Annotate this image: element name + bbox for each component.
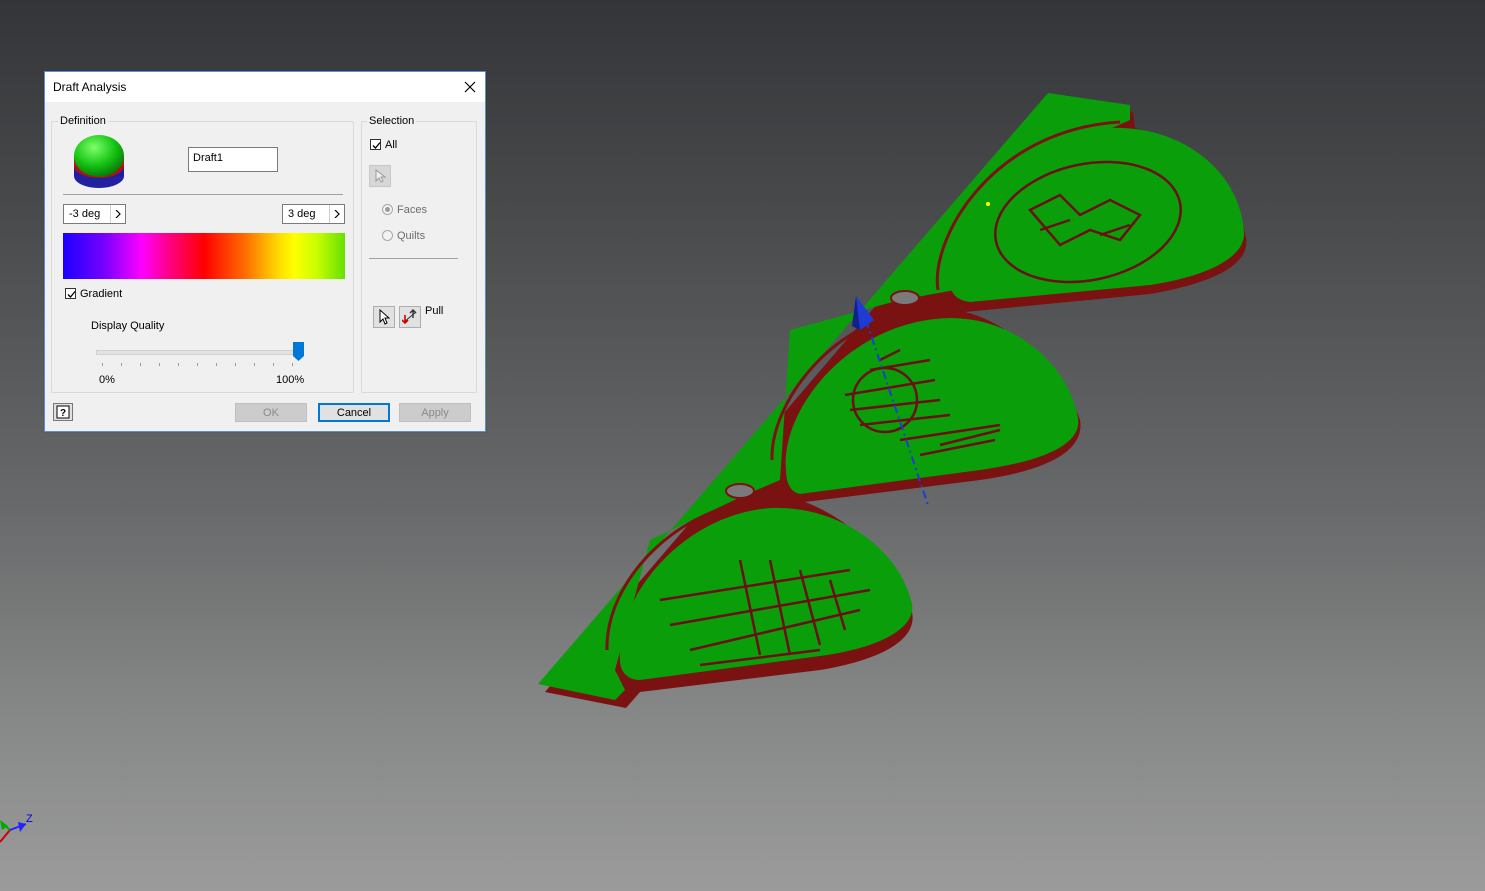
selection-group: Selection xyxy=(361,115,477,393)
max-angle-field[interactable]: 3 deg xyxy=(282,204,345,224)
draft-color-scale[interactable] xyxy=(63,233,345,279)
selection-separator xyxy=(369,258,458,259)
chevron-right-icon xyxy=(334,210,340,218)
close-icon xyxy=(464,81,476,93)
slider-tick xyxy=(121,363,122,366)
flip-pull-direction-button[interactable] xyxy=(399,306,421,328)
slider-tick xyxy=(197,363,198,366)
checkmark-icon xyxy=(372,142,381,149)
view-triad: Z xyxy=(0,813,33,843)
slider-tick xyxy=(216,363,217,366)
ok-button[interactable]: OK xyxy=(235,403,307,422)
select-all-label: All xyxy=(385,139,398,151)
max-angle-value: 3 deg xyxy=(288,208,316,220)
checkmark-icon xyxy=(67,291,76,298)
chevron-right-icon xyxy=(115,210,121,218)
slider-tick xyxy=(235,363,236,366)
max-angle-arrow-button[interactable] xyxy=(329,205,344,223)
slider-tick xyxy=(140,363,141,366)
min-angle-arrow-button[interactable] xyxy=(110,205,125,223)
display-quality-label: Display Quality xyxy=(91,320,165,332)
display-quality-slider-thumb[interactable] xyxy=(293,342,304,361)
faces-label: Faces xyxy=(397,204,427,216)
quilts-radio[interactable] xyxy=(382,230,393,241)
dialog-titlebar[interactable]: Draft Analysis xyxy=(45,72,485,102)
quality-max-label: 100% xyxy=(276,374,305,386)
cursor-arrow-icon xyxy=(375,169,386,183)
select-all-checkbox[interactable] xyxy=(370,139,381,150)
quality-min-label: 0% xyxy=(99,374,115,386)
svg-text:?: ? xyxy=(60,408,66,419)
min-angle-value: -3 deg xyxy=(69,208,101,220)
min-angle-field[interactable]: -3 deg xyxy=(63,204,126,224)
pull-label: Pull xyxy=(425,305,444,317)
help-button[interactable]: ? xyxy=(53,403,73,421)
svg-text:Z: Z xyxy=(26,813,33,825)
color-swatch-icon xyxy=(74,135,124,188)
selection-group-label: Selection xyxy=(367,115,417,127)
quilts-label: Quilts xyxy=(397,230,426,242)
pull-direction-select-button[interactable] xyxy=(373,306,395,328)
slider-tick xyxy=(273,363,274,366)
analysis-name-input[interactable]: Draft1 xyxy=(188,147,278,172)
slider-tick xyxy=(159,363,160,366)
gradient-checkbox[interactable] xyxy=(65,288,76,299)
help-icon: ? xyxy=(56,405,70,419)
definition-separator xyxy=(63,194,343,195)
select-geometry-button[interactable] xyxy=(369,165,391,187)
slider-tick xyxy=(178,363,179,366)
slider-tick xyxy=(292,363,293,366)
hole-1 xyxy=(890,290,920,306)
flip-direction-icon xyxy=(402,309,417,325)
gradient-label: Gradient xyxy=(80,288,123,300)
dialog-title: Draft Analysis xyxy=(53,80,127,94)
apply-button[interactable]: Apply xyxy=(399,403,471,422)
faces-radio[interactable] xyxy=(382,204,393,215)
cancel-button[interactable]: Cancel xyxy=(318,403,390,422)
draft-analysis-dialog[interactable]: Draft Analysis Definition Draft1 -3 deg xyxy=(44,71,486,432)
cursor-arrow-icon xyxy=(379,309,390,325)
slider-tick xyxy=(254,363,255,366)
hole-2 xyxy=(725,483,755,499)
close-button[interactable] xyxy=(455,72,485,102)
definition-group-label: Definition xyxy=(58,115,108,127)
display-quality-track[interactable] xyxy=(96,350,302,355)
slider-tick xyxy=(102,363,103,366)
